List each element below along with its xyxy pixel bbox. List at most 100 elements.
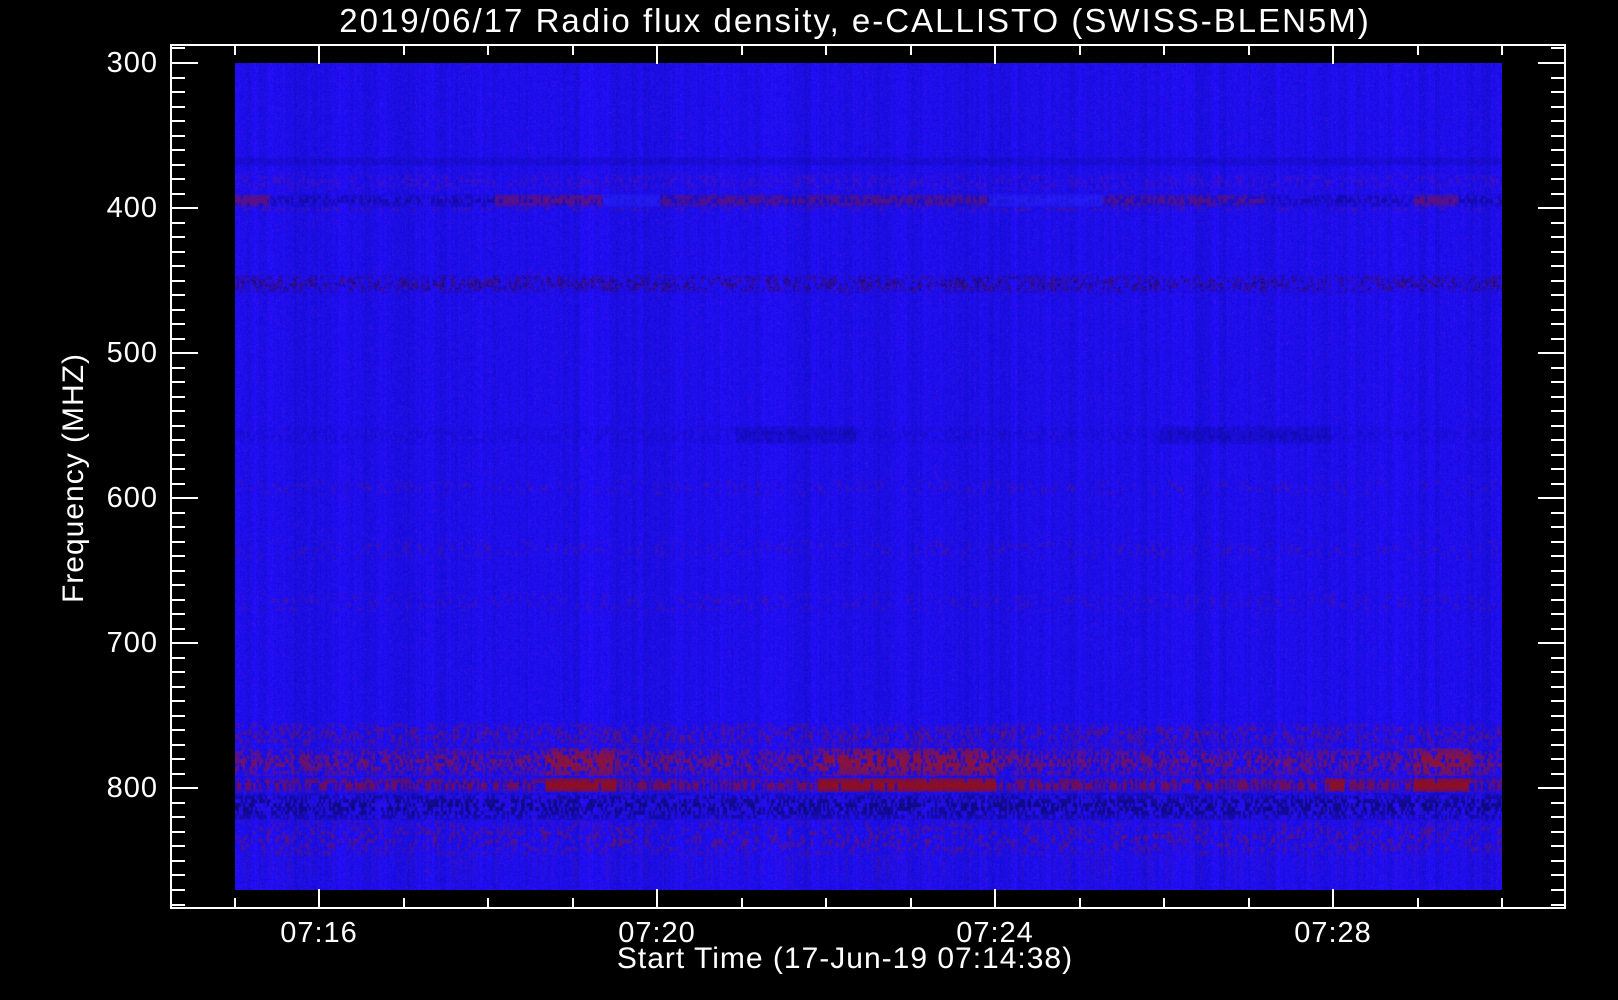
y-minor-tick-580 xyxy=(172,468,185,471)
x-major-tick-4 xyxy=(656,889,658,907)
y-minor-tick-r-710 xyxy=(1551,656,1564,659)
chart-title: 2019/06/17 Radio flux density, e-CALLIST… xyxy=(339,2,1371,39)
x-tick-label-07:28: 07:28 xyxy=(1294,917,1372,949)
x-minor-tick-t-10 xyxy=(1163,46,1165,55)
y-minor-tick-r-690 xyxy=(1551,627,1564,630)
y-minor-tick-870 xyxy=(172,889,185,891)
y-minor-tick-650 xyxy=(172,569,185,572)
x-major-tick-0 xyxy=(318,889,320,907)
y-minor-tick-r-360 xyxy=(1551,149,1564,152)
x-axis-title: Start Time (17-Jun-19 07:14:38) xyxy=(616,942,1074,975)
x-minor-tick-t-13 xyxy=(1416,46,1419,55)
y-minor-tick-470 xyxy=(172,308,185,311)
y-minor-tick-r-520 xyxy=(1551,381,1564,384)
y-tick-label-700: 700 xyxy=(106,627,158,660)
y-minor-tick-560 xyxy=(172,439,185,442)
y-minor-tick-r-370 xyxy=(1551,163,1564,166)
y-minor-tick-770 xyxy=(172,743,185,746)
y-minor-tick-r-620 xyxy=(1551,526,1564,529)
y-minor-tick-r-550 xyxy=(1551,424,1564,427)
x-minor-tick-t-1 xyxy=(402,46,405,55)
y-major-tick-500 xyxy=(172,352,198,355)
y-minor-tick-330 xyxy=(172,105,185,108)
y-minor-tick-630 xyxy=(172,540,185,543)
y-minor-tick-340 xyxy=(172,120,185,123)
y-minor-tick-730 xyxy=(172,685,185,688)
y-minor-tick-610 xyxy=(172,511,185,514)
y-minor-tick-r-610 xyxy=(1551,511,1564,514)
x-minor-tick-14 xyxy=(1501,898,1503,907)
y-minor-tick-r-570 xyxy=(1551,453,1564,456)
y-minor-tick-570 xyxy=(172,453,185,456)
y-minor-tick-r-850 xyxy=(1551,859,1564,862)
x-minor-tick-t-14 xyxy=(1501,46,1503,55)
y-axis-title: Frequency (MHZ) xyxy=(57,352,90,604)
y-minor-tick-r-560 xyxy=(1551,439,1564,442)
y-minor-tick-680 xyxy=(172,613,185,616)
x-minor-tick-10 xyxy=(1163,898,1165,907)
y-minor-tick-r-670 xyxy=(1551,598,1564,601)
y-minor-tick-450 xyxy=(172,279,185,282)
y-tick-label-600: 600 xyxy=(106,482,158,515)
x-minor-tick-t-6 xyxy=(825,46,827,55)
y-major-tick-300 xyxy=(172,62,198,64)
y-minor-tick-r-460 xyxy=(1551,294,1564,297)
y-minor-tick-r-310 xyxy=(1551,76,1564,79)
y-major-tick-r-300 xyxy=(1538,62,1564,64)
spectrogram-figure: 2019/06/17 Radio flux density, e-CALLIST… xyxy=(0,0,1618,1000)
y-minor-tick-r-380 xyxy=(1551,178,1564,181)
x-major-tick-t-12 xyxy=(1332,46,1334,64)
x-minor-tick-2 xyxy=(487,898,489,907)
y-minor-tick-r-530 xyxy=(1551,395,1564,398)
y-minor-tick-r-450 xyxy=(1551,279,1564,282)
y-minor-tick-r-540 xyxy=(1551,410,1564,413)
y-minor-tick-r-580 xyxy=(1551,468,1564,471)
y-minor-tick-r-870 xyxy=(1551,889,1564,891)
y-minor-tick-r-740 xyxy=(1551,700,1564,703)
y-major-tick-700 xyxy=(172,642,198,645)
x-minor-tick-t-7 xyxy=(909,46,912,55)
y-minor-tick-850 xyxy=(172,859,185,862)
x-minor-tick-13 xyxy=(1416,898,1419,907)
y-minor-tick-r-440 xyxy=(1551,265,1564,268)
y-tick-label-800: 800 xyxy=(106,772,158,805)
y-major-tick-r-400 xyxy=(1538,207,1564,210)
y-minor-tick-790 xyxy=(172,772,185,775)
y-minor-tick-r-630 xyxy=(1551,540,1564,543)
y-minor-tick-r-840 xyxy=(1551,845,1564,848)
x-minor-tick-5 xyxy=(740,898,743,907)
y-minor-tick-r-860 xyxy=(1551,874,1564,877)
y-minor-tick-r-420 xyxy=(1551,236,1564,239)
x-minor-tick-1 xyxy=(402,898,405,907)
y-minor-tick-410 xyxy=(172,221,185,224)
x-minor-tick-t-11 xyxy=(1247,46,1250,55)
x-minor-tick-11 xyxy=(1247,898,1250,907)
y-minor-tick-r-510 xyxy=(1551,366,1564,369)
y-major-tick-r-600 xyxy=(1538,497,1564,500)
x-minor-tick-3 xyxy=(571,898,574,907)
y-minor-tick-r-340 xyxy=(1551,120,1564,123)
x-minor-tick-t--1 xyxy=(233,46,236,55)
y-major-tick-400 xyxy=(172,207,198,210)
y-minor-tick-r-880 xyxy=(1551,903,1564,906)
y-minor-tick-670 xyxy=(172,598,185,601)
y-minor-tick-r-390 xyxy=(1551,192,1564,195)
y-minor-tick-660 xyxy=(172,584,185,587)
y-minor-tick-320 xyxy=(172,91,185,94)
y-minor-tick-360 xyxy=(172,149,185,152)
y-minor-tick-r-680 xyxy=(1551,613,1564,616)
plot-frame xyxy=(170,44,1566,909)
y-minor-tick-640 xyxy=(172,555,185,558)
x-tick-label-07:16: 07:16 xyxy=(280,917,358,949)
y-major-tick-r-800 xyxy=(1538,787,1564,790)
y-minor-tick-350 xyxy=(172,134,185,137)
y-major-tick-r-700 xyxy=(1538,642,1564,645)
y-minor-tick-430 xyxy=(172,250,185,253)
y-minor-tick-820 xyxy=(172,816,185,819)
y-minor-tick-r-650 xyxy=(1551,569,1564,572)
y-minor-tick-540 xyxy=(172,410,185,413)
x-minor-tick--1 xyxy=(233,898,236,907)
x-minor-tick-t-5 xyxy=(740,46,743,55)
x-minor-tick-6 xyxy=(825,898,827,907)
y-minor-tick-r-330 xyxy=(1551,105,1564,108)
